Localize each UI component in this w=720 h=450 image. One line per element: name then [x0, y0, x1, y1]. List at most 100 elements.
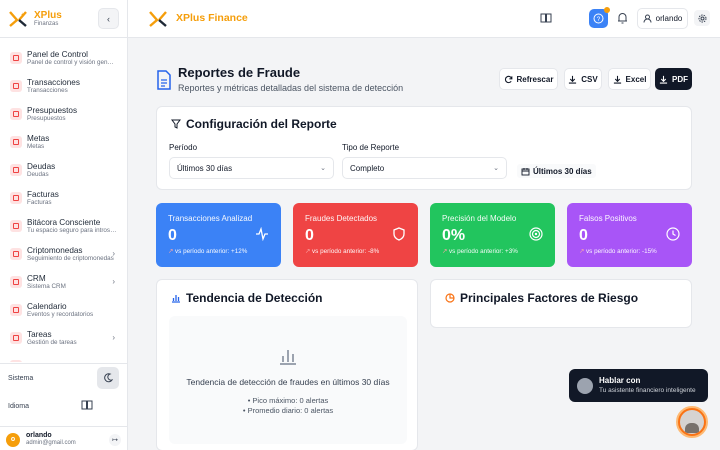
brand-subtitle: Finanzas [34, 20, 59, 27]
nav-item-icon [10, 220, 22, 232]
help-button[interactable]: ? [589, 7, 610, 28]
sidebar-item[interactable]: Bitácora Consciente Tu espacio seguro par… [0, 212, 127, 240]
pdf-button[interactable]: PDF [655, 68, 692, 90]
sidebar-item[interactable]: Deudas Deudas [0, 156, 127, 184]
sidebar-item-label: Facturas [27, 189, 59, 199]
bell-icon[interactable] [616, 11, 629, 25]
svg-text:?: ? [597, 16, 601, 23]
nav-item-icon [10, 332, 22, 344]
sidebar-item[interactable]: Facturas Facturas [0, 184, 127, 212]
sidebar-item[interactable]: Tareas Gestión de tareas › [0, 324, 127, 352]
risk-factors-card: Principales Factores de Riesgo [430, 279, 692, 328]
stat-trend: vs período anterior: -8% [312, 248, 380, 255]
csv-button[interactable]: CSV [564, 68, 602, 90]
excel-label: Excel [625, 74, 647, 84]
sidebar-nav: Panel de Control Panel de control y visió… [0, 44, 127, 362]
clock-icon [666, 227, 680, 241]
theme-toggle-button[interactable] [97, 367, 119, 389]
user-icon [643, 14, 652, 23]
sidebar-item-label: Tareas [27, 329, 52, 339]
stat-card: Fraudes Detectados 0 ↗ vs período anterior… [293, 203, 418, 267]
trend-title-text: Tendencia de Detección [186, 291, 323, 305]
stat-value: 0 [305, 227, 314, 244]
user-menu-button[interactable]: orlando [637, 8, 688, 29]
sidebar-item[interactable]: CRM Sistema CRM › [0, 268, 127, 296]
sidebar-item[interactable]: Presupuestos Presupuestos [0, 100, 127, 128]
nav-item-icon [10, 108, 22, 120]
refresh-button[interactable]: Refrescar [499, 68, 558, 90]
download-icon [659, 75, 668, 84]
assistant-avatar [577, 377, 593, 394]
nav-item-icon [10, 80, 22, 92]
brand: XPlus Finanzas [34, 10, 62, 28]
sidebar-item[interactable]: Panel de Control Panel de control y visió… [0, 44, 127, 72]
language-label: Idioma [8, 402, 30, 410]
logout-icon: ↦ [112, 437, 118, 444]
document-icon [157, 70, 171, 90]
stat-trend: vs período anterior: +3% [449, 248, 518, 255]
risk-title: Principales Factores de Riesgo [445, 291, 638, 305]
help-icon: ? [593, 13, 604, 24]
nav-item-icon [10, 192, 22, 204]
page-subtitle: Reportes y métricas detalladas del siste… [178, 83, 404, 93]
topbar-brand: XPlus Finance [176, 12, 248, 24]
sidebar-item[interactable]: Metas Metas [0, 128, 127, 156]
type-label: Tipo de Reporte [342, 143, 400, 152]
download-icon [613, 75, 621, 84]
user-email: admin@gmail.com [26, 440, 76, 447]
chat-assistant-button[interactable] [676, 406, 708, 438]
split-view-icon[interactable] [540, 12, 552, 24]
logout-button[interactable]: ↦ [109, 434, 121, 446]
trend-arrow-icon: ↗ [305, 248, 313, 255]
chat-toast[interactable]: Hablar con Tu asistente financiero intel… [569, 369, 708, 402]
excel-button[interactable]: Excel [608, 68, 651, 90]
sidebar-item-label: Reportes [27, 361, 117, 362]
sidebar-item-subtitle: Sistema CRM [27, 283, 66, 291]
nav-item-icon [10, 360, 22, 362]
type-select[interactable]: Completo ⌄ [342, 157, 507, 179]
stat-value: 0 [579, 227, 588, 244]
chat-toast-subtitle: Tu asistente financiero inteligente [599, 386, 696, 394]
trend-empty-state: Tendencia de detección de fraudes en últ… [169, 316, 407, 444]
collapse-sidebar-button[interactable]: ‹ [98, 8, 119, 29]
sidebar-item-label: Transacciones [27, 77, 80, 87]
language-button[interactable] [81, 400, 93, 412]
nav-item-icon [10, 304, 22, 316]
sidebar-item-subtitle: Metas [27, 143, 45, 151]
sidebar-item[interactable]: Reportes [0, 352, 127, 362]
system-label: Sistema [8, 374, 34, 382]
report-config-card: Configuración del Reporte Período Último… [156, 106, 692, 190]
svg-text:+: + [21, 12, 24, 18]
stat-label: Fraudes Detectados [305, 214, 378, 223]
sidebar-item-subtitle: Panel de control y visión general [27, 59, 117, 67]
sidebar-item-subtitle: Seguimiento de criptomonedas [27, 255, 114, 263]
sidebar-item-subtitle: Transacciones [27, 87, 68, 95]
date-range-chip: Últimos 30 días [517, 164, 596, 178]
chevron-right-icon: › [112, 249, 115, 258]
stat-card: Transacciones Analizadas 0 ↗ vs período an… [156, 203, 281, 267]
activity-icon [256, 227, 268, 241]
sidebar-item-label: Calendario [27, 301, 67, 311]
csv-label: CSV [581, 74, 598, 84]
sidebar-item[interactable]: Transacciones Transacciones [0, 72, 127, 100]
notification-dot [604, 7, 610, 13]
avatar: o [6, 432, 20, 447]
trend-arrow-icon: ↗ [168, 248, 176, 255]
assistant-avatar [680, 410, 704, 434]
gear-icon [698, 14, 706, 22]
sidebar-item-label: Presupuestos [27, 105, 78, 115]
sidebar-item[interactable]: Calendario Eventos y recordatorios [0, 296, 127, 324]
sidebar-item[interactable]: Criptomonedas Seguimiento de criptomoneda… [0, 240, 127, 268]
sidebar: + XPlus Finanzas ‹ Panel de Control Panel… [0, 0, 128, 450]
stat-card: Precisión del Modelo 0% ↗ vs período anter… [430, 203, 555, 267]
nav-item-icon [10, 276, 22, 288]
language-row: Idioma [0, 392, 127, 420]
settings-button[interactable] [694, 10, 710, 26]
chevron-down-icon: ⌄ [493, 165, 499, 172]
stat-trend: vs período anterior: +12% [175, 248, 248, 255]
nav-item-icon [10, 52, 22, 64]
period-select[interactable]: Últimos 30 días ⌄ [169, 157, 334, 179]
user-row[interactable]: o orlando admin@gmail.com ↦ [0, 426, 127, 450]
sidebar-item-subtitle: Facturas [27, 199, 52, 207]
stat-label: Transacciones Analizadas [168, 214, 252, 223]
